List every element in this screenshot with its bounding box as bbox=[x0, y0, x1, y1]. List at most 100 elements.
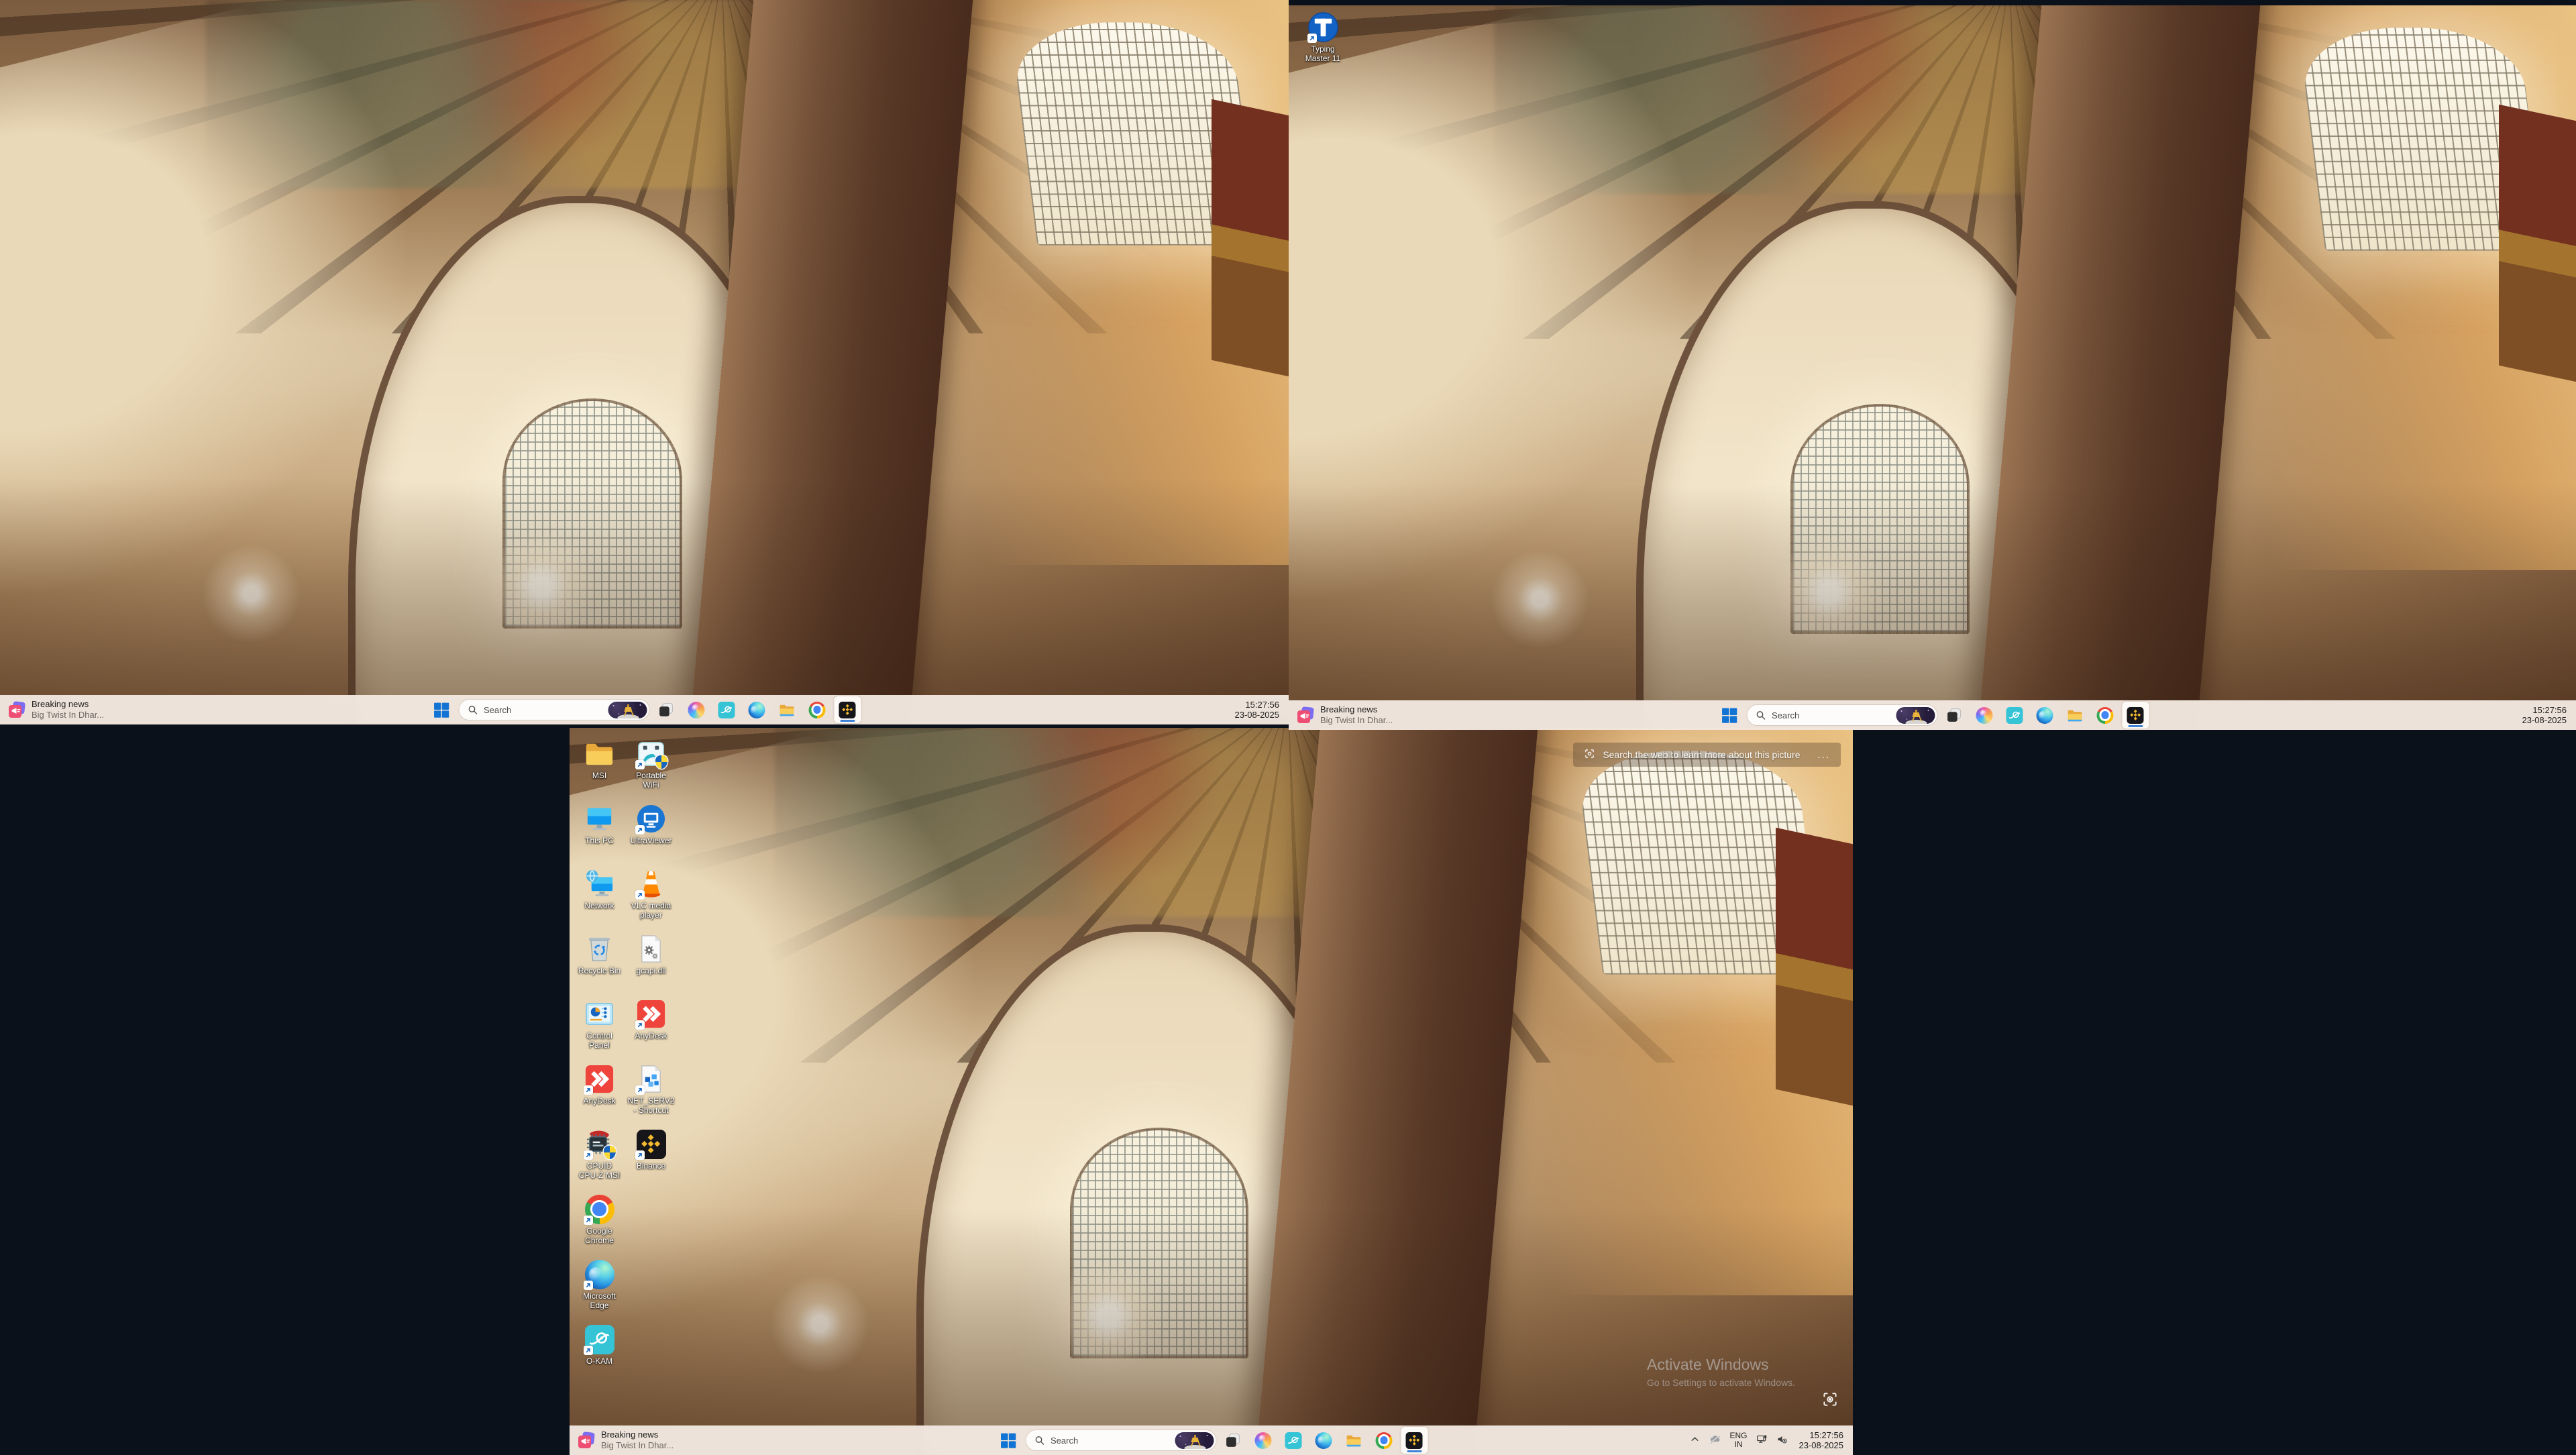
desktop-icon-vlc-media-player[interactable]: VLC media player bbox=[625, 866, 677, 931]
taskbar-app-edge-button[interactable] bbox=[2031, 702, 2058, 729]
taskbar-app-okam-button[interactable] bbox=[2001, 702, 2028, 729]
taskbar-app-chrome-button[interactable] bbox=[804, 696, 830, 723]
dll-file-icon bbox=[635, 933, 667, 965]
desktop-icon-ultraviewer[interactable]: UltraViewer bbox=[625, 801, 677, 866]
volume-tray-button[interactable] bbox=[1772, 1432, 1792, 1448]
desktop-icon-net-serv2-shortcut[interactable]: NET_SERV2 - Shortcut bbox=[625, 1061, 677, 1126]
language-indicator[interactable]: ENGIN bbox=[1725, 1430, 1751, 1450]
taskbar-clock[interactable]: 15:27:56 23-08-2025 bbox=[1228, 698, 1287, 722]
shortcut-arrow-overlay bbox=[584, 1281, 593, 1290]
copilot-icon bbox=[1976, 707, 1993, 724]
taskbar-app-chrome-button[interactable] bbox=[2092, 702, 2118, 729]
onedrive-tray-button[interactable] bbox=[1705, 1432, 1725, 1448]
shortcut-arrow-overlay bbox=[635, 760, 645, 769]
taskbar-app-copilot-button[interactable] bbox=[683, 696, 710, 723]
start-button[interactable] bbox=[428, 696, 455, 723]
taskbar-app-binance-button[interactable] bbox=[834, 696, 861, 723]
widgets-button[interactable]: Breaking news Big Twist In Dhar... bbox=[574, 1427, 682, 1453]
network-tray-button[interactable] bbox=[1752, 1432, 1772, 1448]
widget-subtitle: Big Twist In Dhar... bbox=[32, 710, 104, 720]
taskbar-app-binance-button[interactable] bbox=[2122, 702, 2149, 729]
search-box[interactable]: Search bbox=[1025, 1430, 1216, 1451]
desktop-icon-anydesk[interactable]: AnyDesk bbox=[574, 1061, 625, 1126]
taskbar-app-copilot-button[interactable] bbox=[1971, 702, 1998, 729]
shortcut-arrow-overlay bbox=[635, 825, 645, 834]
taskbar-app-edge-button[interactable] bbox=[743, 696, 770, 723]
desktop-icon-gcapi-dll[interactable]: gcapi.dll bbox=[625, 931, 677, 996]
spotlight-camera-button[interactable] bbox=[1819, 1389, 1841, 1411]
search-box[interactable]: Search bbox=[458, 699, 649, 720]
clock-time: 15:27:56 bbox=[1245, 700, 1279, 710]
taskbar-app-file-explorer-button[interactable] bbox=[1340, 1427, 1367, 1454]
tray-overflow-chevron-button[interactable] bbox=[1685, 1432, 1705, 1448]
clock-time: 15:27:56 bbox=[1809, 1430, 1843, 1441]
taskbar-clock[interactable]: 15:27:56 23-08-2025 bbox=[1792, 1429, 1851, 1452]
desktop-icon-microsoft-edge[interactable]: Microsoft Edge bbox=[574, 1256, 625, 1322]
desktop-icon-msi[interactable]: MSI bbox=[574, 736, 625, 801]
binance-icon bbox=[635, 1128, 667, 1160]
reg-file-icon bbox=[635, 1063, 667, 1095]
wallpaper-layer bbox=[570, 1207, 1853, 1455]
desktop-icon-label: Microsoft Edge bbox=[578, 1291, 621, 1310]
taskbar-app-binance-button[interactable] bbox=[1401, 1427, 1428, 1454]
edge-icon bbox=[749, 702, 765, 718]
desktop-icon-google-chrome[interactable]: Google Chrome bbox=[574, 1191, 625, 1256]
taskbar-app-task-view-button[interactable] bbox=[1220, 1427, 1246, 1454]
picture-search-more-button[interactable]: ... bbox=[1817, 749, 1830, 761]
shortcut-arrow-overlay bbox=[635, 1085, 645, 1095]
typing-master-icon bbox=[1307, 11, 1339, 43]
network-tray-icon bbox=[1756, 1434, 1768, 1447]
edge-icon bbox=[1316, 1432, 1332, 1449]
taskbar-app-file-explorer-button[interactable] bbox=[773, 696, 800, 723]
widget-title: Breaking news bbox=[601, 1430, 674, 1440]
taskbar-app-edge-button[interactable] bbox=[1310, 1427, 1337, 1454]
desktop-icon-o-kam[interactable]: O-KAM bbox=[574, 1322, 625, 1387]
desktop-icon-label: Binance bbox=[637, 1161, 665, 1171]
taskbar-app-copilot-button[interactable] bbox=[1250, 1427, 1277, 1454]
desktop-icon-label: VLC media player bbox=[629, 901, 673, 920]
taskbar-left: Breaking news Big Twist In Dhar... bbox=[4, 695, 112, 724]
taskbar-app-okam-button[interactable] bbox=[1280, 1427, 1307, 1454]
taskbar-center: Search bbox=[995, 1425, 1428, 1455]
desktop-icon-recycle-bin[interactable]: Recycle Bin bbox=[574, 931, 625, 996]
clock-date: 23-08-2025 bbox=[2522, 715, 2567, 726]
chrome-icon bbox=[809, 702, 826, 718]
search-doodle-icon[interactable] bbox=[1896, 707, 1935, 724]
desktop-icon-network[interactable]: Network bbox=[574, 866, 625, 931]
widgets-button[interactable]: Breaking news Big Twist In Dhar... bbox=[1293, 702, 1401, 728]
desktop-icon-control-panel[interactable]: Control Panel bbox=[574, 996, 625, 1061]
windows-start-icon bbox=[433, 702, 450, 718]
taskbar-clock[interactable]: 15:27:56 23-08-2025 bbox=[2516, 704, 2574, 727]
cpuz-icon bbox=[584, 1128, 615, 1160]
start-button[interactable] bbox=[1716, 702, 1743, 729]
desktop-icon-anydesk[interactable]: AnyDesk bbox=[625, 996, 677, 1061]
desktop-icon-this-pc[interactable]: This PC bbox=[574, 801, 625, 866]
wallpaper-layer bbox=[1776, 827, 1853, 1108]
desktop-icon-cpuid-cpu-z-msi[interactable]: CPUID CPU-Z MSI bbox=[574, 1126, 625, 1191]
search-doodle-icon[interactable] bbox=[608, 702, 647, 718]
desktop-icon-portable-wifi[interactable]: Portable WiFi bbox=[625, 736, 677, 801]
taskbar-app-chrome-button[interactable] bbox=[1371, 1427, 1397, 1454]
taskbar-app-okam-button[interactable] bbox=[713, 696, 740, 723]
start-button[interactable] bbox=[995, 1427, 1022, 1454]
widget-text: Breaking news Big Twist In Dhar... bbox=[601, 1430, 674, 1451]
search-box[interactable]: Search bbox=[1746, 704, 1937, 726]
desktop-icon-typing-master-11[interactable]: Typing Master 11 bbox=[1294, 9, 1352, 64]
running-indicator bbox=[2128, 725, 2143, 727]
picture-search-bar[interactable]: Search the web to learn more about this … bbox=[1573, 743, 1841, 767]
binance-icon bbox=[2127, 707, 2144, 724]
widgets-button[interactable]: Breaking news Big Twist In Dhar... bbox=[4, 697, 112, 722]
screen-1: Breaking news Big Twist In Dhar... Searc… bbox=[0, 0, 1289, 724]
chevron-up-icon bbox=[1689, 1434, 1701, 1447]
search-icon bbox=[1034, 1435, 1044, 1446]
task-view-icon bbox=[658, 702, 675, 718]
taskbar-app-task-view-button[interactable] bbox=[653, 696, 680, 723]
taskbar-app-file-explorer-button[interactable] bbox=[2061, 702, 2088, 729]
desktop-icon-binance[interactable]: Binance bbox=[625, 1126, 677, 1191]
widget-subtitle: Big Twist In Dhar... bbox=[1320, 715, 1393, 726]
search-doodle-icon[interactable] bbox=[1175, 1432, 1214, 1449]
volume-muted-icon bbox=[1776, 1434, 1788, 1447]
taskbar-app-task-view-button[interactable] bbox=[1941, 702, 1968, 729]
wallpaper-layer bbox=[2499, 105, 2576, 384]
screen-2-desktop-icons: Typing Master 11 bbox=[1294, 9, 1352, 64]
